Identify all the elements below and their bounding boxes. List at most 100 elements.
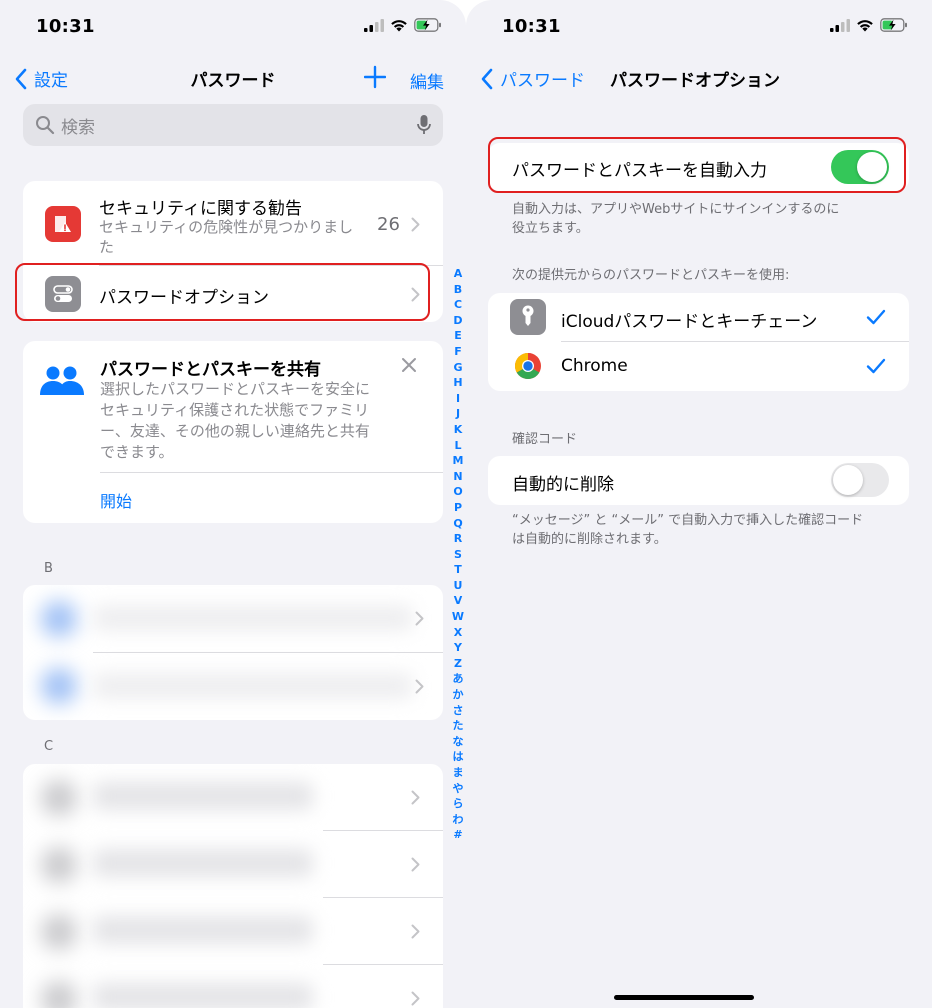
status-time: 10:31 [36,16,95,37]
add-password-button[interactable] [363,62,387,96]
security-alert-icon [45,206,81,242]
chevron-right-icon [411,924,420,939]
share-start-button[interactable]: 開始 [100,488,132,512]
list-item[interactable] [23,965,443,1008]
chevron-right-icon [411,991,420,1006]
index-letter[interactable]: H [448,375,466,391]
back-to-passwords-button[interactable]: パスワード [480,66,585,91]
blurred-entry [93,605,413,631]
provider-label: iCloudパスワードとキーチェーン [561,312,818,332]
index-letter[interactable]: L [448,438,466,454]
list-item[interactable] [23,653,443,720]
share-card-body-line1: 選択したパスワードとパスキーを安全に [100,380,371,398]
navigation-bar: 設定 パスワード 編集 [0,58,466,98]
search-icon [36,116,55,135]
section-header-b: B [44,561,53,576]
avatar [41,981,77,1008]
index-letter[interactable]: W [448,609,466,625]
search-placeholder: 検索 [61,117,95,138]
index-letter[interactable]: S [448,547,466,563]
share-card-body-line3: ー、友達、その他の親しい連絡先と共有 [100,422,370,440]
status-time: 10:31 [502,16,561,37]
index-letter[interactable]: U [448,578,466,594]
index-letter[interactable]: Q [448,516,466,532]
wifi-icon [391,19,407,31]
index-letter[interactable]: N [448,469,466,485]
index-letter[interactable]: I [448,391,466,407]
index-letter[interactable]: わ [448,812,466,828]
checkmark-icon [866,358,886,374]
section-c-list [23,764,443,1008]
microphone-icon[interactable] [417,114,431,136]
index-letter[interactable]: P [448,500,466,516]
status-icons [364,18,442,32]
list-item[interactable] [23,585,443,652]
status-bar: 10:31 [0,0,466,56]
index-letter[interactable]: X [448,625,466,641]
index-letter[interactable]: V [448,593,466,609]
cellular-signal-icon [364,18,384,32]
section-b-list [23,585,443,720]
blurred-entry [93,782,313,810]
index-letter[interactable]: O [448,484,466,500]
page-title: パスワードオプション [610,71,780,91]
avatar [41,847,77,883]
share-passwords-card: パスワードとパスキーを共有 選択したパスワードとパスキーを安全に セキュリティ保… [23,341,443,523]
verification-codes-header: 確認コード [512,432,578,447]
index-letter[interactable]: T [448,562,466,578]
index-letter[interactable]: K [448,422,466,438]
index-letter[interactable]: Y [448,640,466,656]
security-count-badge: 26 [377,214,400,235]
section-index-bar[interactable]: A B C D E F G H I J K L M N O P Q R S T U V W X Y Z あかさたなはまやらわ # [448,266,466,843]
plus-icon [363,65,387,89]
index-letter[interactable]: C [448,297,466,313]
blurred-entry [93,983,313,1008]
back-label: パスワード [500,71,585,91]
share-card-body-line4: できます。 [100,443,174,461]
security-title: セキュリティに関する勧告 [99,199,302,219]
status-icons [830,18,908,32]
index-letter[interactable]: E [448,328,466,344]
index-letter[interactable]: F [448,344,466,360]
provider-icloud-keychain[interactable]: iCloudパスワードとキーチェーン [488,293,909,342]
index-letter[interactable]: J [448,406,466,422]
provider-label: Chrome [561,356,628,376]
search-field[interactable]: 検索 [23,104,443,146]
auto-delete-footer-line1: “メッセージ” と “メール” で自動入力で挿入した確認コード [512,513,864,528]
list-item[interactable] [23,898,443,964]
index-letter[interactable]: さ [448,703,466,719]
chevron-right-icon [415,679,424,694]
index-letter[interactable]: あ [448,671,466,687]
edit-button[interactable]: 編集 [410,68,444,93]
index-letter[interactable]: D [448,313,466,329]
provider-chrome[interactable]: Chrome [488,342,909,391]
index-letter[interactable]: M [448,453,466,469]
index-letter[interactable]: ら [448,796,466,812]
verification-codes-card: 自動的に削除 [488,456,909,505]
share-card-body-line2: セキュリティ保護された状態でファミリ [100,401,370,419]
index-letter[interactable]: や [448,781,466,797]
close-icon[interactable] [401,357,417,373]
index-letter[interactable]: は [448,749,466,765]
index-letter[interactable]: R [448,531,466,547]
avatar [41,780,77,816]
list-item[interactable] [23,764,443,830]
index-letter[interactable]: G [448,360,466,376]
people-icon [40,366,84,395]
index-letter[interactable]: な [448,734,466,750]
auto-delete-toggle[interactable] [831,463,889,497]
blurred-entry [93,916,313,944]
index-letter[interactable]: ま [448,765,466,781]
list-item[interactable] [23,831,443,897]
security-subtitle-line1: セキュリティの危険性が見つかりまし [99,218,354,236]
security-recommendations-row[interactable]: セキュリティに関する勧告 セキュリティの危険性が見つかりまし た 26 [23,181,443,265]
highlight-password-options [15,263,430,321]
index-letter[interactable]: た [448,718,466,734]
index-letter[interactable]: か [448,687,466,703]
index-letter[interactable]: # [448,827,466,843]
index-letter[interactable]: A [448,266,466,282]
index-letter[interactable]: Z [448,656,466,672]
wifi-icon [857,19,873,31]
avatar [41,914,77,950]
index-letter[interactable]: B [448,282,466,298]
